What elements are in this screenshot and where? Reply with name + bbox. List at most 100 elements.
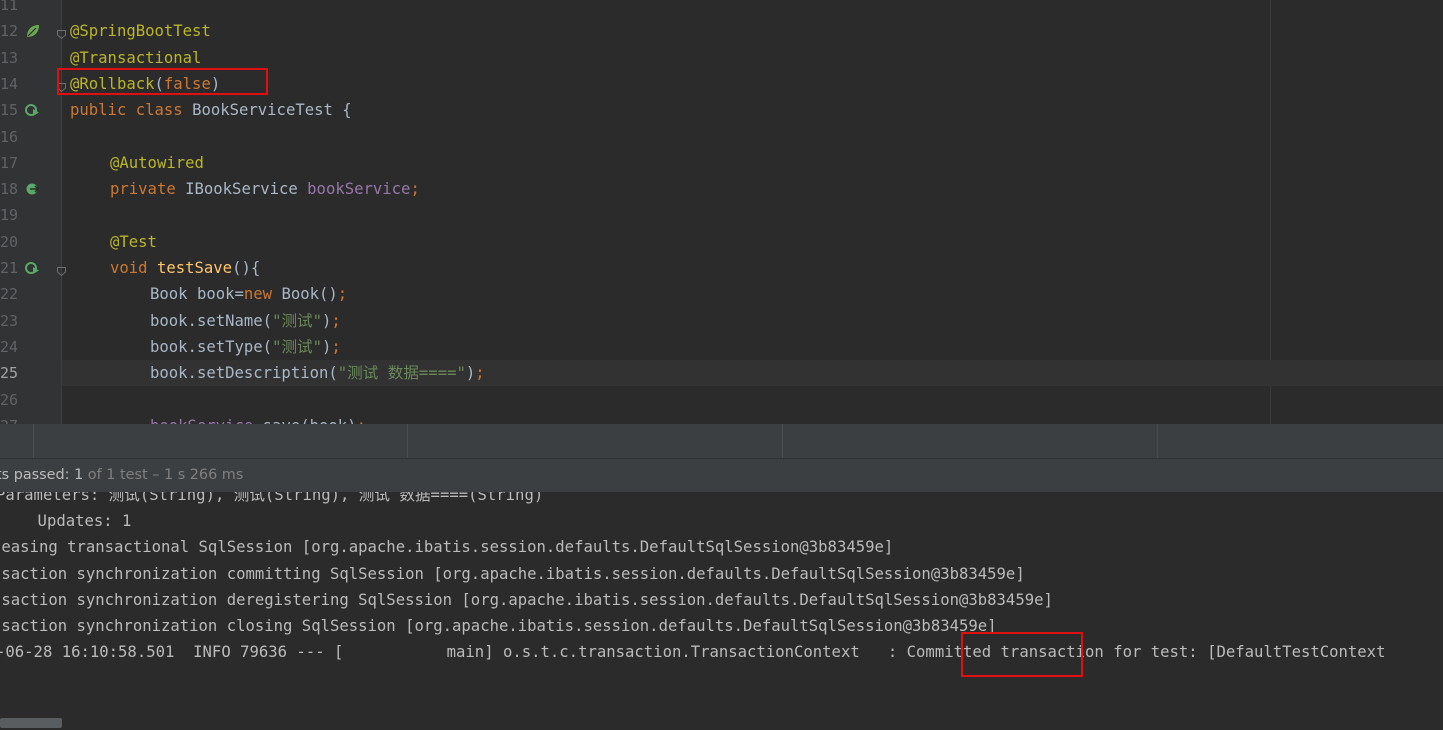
code-token: "测试" (272, 337, 323, 356)
code-token: book.setType( (150, 337, 273, 356)
code-token: ) (322, 337, 332, 356)
code-token: Book() (281, 285, 338, 304)
code-token: bookService (307, 180, 411, 199)
code-token: BookServiceTest { (192, 101, 352, 120)
code-text: book.setName("测试"); (70, 308, 341, 334)
code-token: ; (475, 364, 485, 383)
code-line[interactable]: 15 public class BookServiceTest { (0, 97, 1443, 123)
code-text: book.setType("测试"); (70, 334, 341, 360)
code-line[interactable]: 16 (0, 124, 1443, 150)
line-number: 26 (0, 390, 19, 409)
run-tool-window-header (0, 424, 1443, 458)
code-token: .save(book) (253, 417, 356, 424)
code-token: new (243, 285, 282, 304)
run-test-icon[interactable] (25, 260, 41, 276)
code-line[interactable]: 26 (0, 387, 1443, 413)
code-token: @SpringBootTest (70, 22, 211, 41)
line-number: 19 (0, 206, 19, 225)
code-line[interactable]: 23 book.setName("测试"); (0, 308, 1443, 334)
line-number: 22 (0, 285, 19, 304)
line-number: 25 (0, 364, 19, 383)
fold-marker-icon[interactable] (56, 25, 67, 40)
code-token: bookService (150, 417, 253, 424)
line-number: 27 (0, 413, 18, 424)
line-number: 21 (0, 259, 19, 277)
code-token: @Test (110, 232, 157, 251)
code-line[interactable]: 19 (0, 202, 1443, 228)
line-number: 17 (0, 153, 19, 172)
code-token: (){ (232, 259, 261, 277)
test-result-summary: ts passed: 1 of 1 test – 1 s 266 ms (0, 459, 243, 492)
code-line[interactable]: 17 @Autowired (0, 150, 1443, 176)
code-token: public class (70, 101, 193, 120)
line-number: 16 (0, 127, 19, 146)
code-line[interactable]: 21 void testSave(){ (0, 255, 1443, 281)
line-number: 11 (0, 0, 19, 14)
console-output[interactable]: Parameters: 测试(String), 测试(String), 测试 数… (0, 492, 1443, 730)
code-token: "测试 数据====" (337, 364, 466, 383)
code-line[interactable]: 25 book.setDescription("测试 数据===="); (0, 360, 1443, 386)
code-line[interactable]: 22 Book book=new Book(); (0, 281, 1443, 307)
code-line[interactable]: 18 private IBookService bookService; (0, 176, 1443, 202)
code-token: ( (154, 74, 164, 93)
code-token: ; (331, 311, 341, 330)
header-separator (782, 424, 783, 458)
code-token: ) (322, 311, 332, 330)
code-line[interactable]: 24 book.setType("测试"); (0, 334, 1443, 360)
code-line[interactable]: 20 @Test (0, 229, 1443, 255)
code-token: book.setDescription( (150, 364, 338, 383)
console-line: leasing transactional SqlSession [org.ap… (0, 538, 894, 557)
console-line: -06-28 16:10:58.501 INFO 79636 --- [ mai… (0, 643, 1386, 662)
code-line[interactable]: 14 @Rollback(false) (0, 71, 1443, 97)
test-status-bar: ts passed: 1 of 1 test – 1 s 266 ms (0, 458, 1443, 492)
code-token: testSave (156, 259, 233, 277)
code-text: @Rollback(false) (70, 71, 220, 97)
code-text: bookService.save(book); (70, 413, 366, 424)
code-token: ) (465, 364, 476, 383)
horizontal-scrollbar[interactable] (0, 718, 62, 728)
console-line: nsaction synchronization deregistering S… (0, 590, 1053, 609)
code-token: ; (331, 337, 341, 356)
header-separator (407, 424, 408, 458)
code-token: private (110, 180, 186, 199)
line-number: 12 (0, 22, 19, 41)
code-token: IBookService (185, 180, 308, 199)
code-token: @Rollback (70, 74, 155, 93)
code-editor[interactable]: 11 12 @SpringBootTest 13 @Transactional 14 @Ro… (0, 0, 1443, 424)
code-token: false (163, 74, 211, 93)
code-text: @SpringBootTest (70, 18, 211, 44)
bean-navigate-icon[interactable] (25, 181, 41, 197)
code-line[interactable]: 13 @Transactional (0, 45, 1443, 71)
header-separator (33, 424, 34, 458)
code-token: ) (210, 74, 221, 93)
code-text: @Test (70, 229, 157, 255)
code-token: ; (357, 417, 366, 424)
code-token: void (110, 259, 157, 277)
code-text: book.setDescription("测试 数据===="); (70, 360, 485, 386)
code-text: @Autowired (70, 150, 204, 176)
code-text: @Transactional (70, 45, 201, 71)
fold-marker-icon[interactable] (56, 78, 67, 93)
line-number: 23 (0, 311, 19, 330)
line-number: 18 (0, 180, 19, 199)
code-line[interactable]: 27 bookService.save(book); (0, 413, 1443, 424)
line-number: 24 (0, 337, 19, 356)
code-token: @Transactional (70, 48, 202, 67)
tests-passed-count: ts passed: 1 (0, 467, 84, 483)
code-text: void testSave(){ (70, 255, 260, 281)
code-line[interactable]: 12 @SpringBootTest (0, 18, 1443, 44)
console-line: nsaction synchronization closing SqlSess… (0, 617, 997, 635)
code-text: Book book=new Book(); (70, 281, 347, 307)
code-token: @Autowired (110, 153, 204, 172)
fold-marker-icon[interactable] (56, 262, 67, 277)
code-text: private IBookService bookService; (70, 176, 420, 202)
console-line: Parameters: 测试(String), 测试(String), 测试 数… (0, 492, 544, 504)
run-test-icon[interactable] (25, 102, 41, 118)
code-token: ; (337, 285, 348, 304)
leaf-icon[interactable] (25, 23, 41, 39)
line-number: 15 (0, 101, 19, 120)
code-line[interactable]: 11 (0, 0, 1443, 18)
header-separator (1157, 424, 1158, 458)
console-line: nsaction synchronization committing SqlS… (0, 564, 1025, 583)
code-token: Book book= (150, 285, 244, 304)
